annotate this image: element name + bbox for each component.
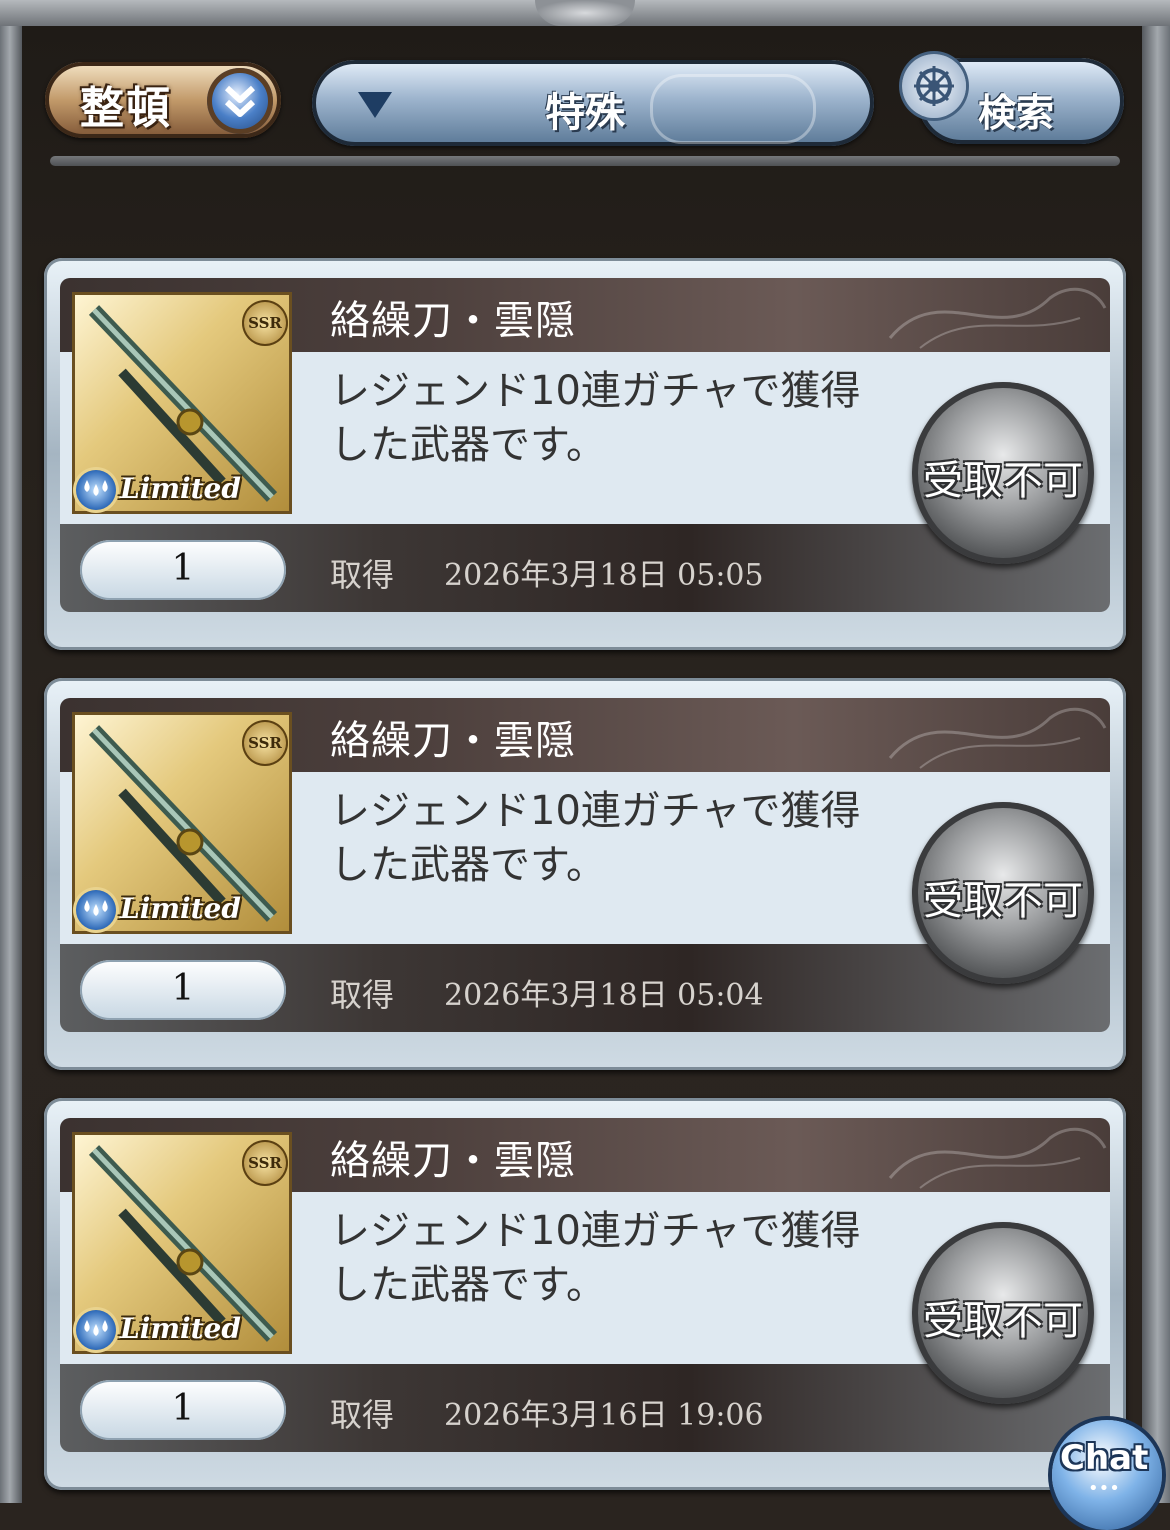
card-body: SSR Limited 絡繰刀・雲隠 レジェンド10連ガチャで獲得した武器です。… [60,698,1110,1032]
item-card: SSR Limited 絡繰刀・雲隠 レジェンド10連ガチャで獲得した武器です。… [44,258,1126,650]
weapon-icon[interactable]: SSR Limited [72,712,292,934]
acquired-label: 取得 [330,1396,395,1434]
dropdown-arrow-icon [358,92,392,118]
frame-border-right [1142,0,1170,1503]
receive-button-label: 受取不可 [923,458,1083,504]
toolbar-divider [50,156,1120,166]
decorative-swirl [888,1127,1107,1189]
water-element-icon [76,890,116,930]
quantity-value: 1 [171,548,195,589]
item-name: 絡繰刀・雲隠 [330,718,576,764]
weapon-icon[interactable]: SSR Limited [72,1132,292,1354]
rarity-badge: SSR [242,1140,288,1186]
water-element-icon [76,470,116,510]
decorative-swirl [888,287,1107,349]
rarity-badge: SSR [242,300,288,346]
quantity-pill: 1 [80,960,286,1020]
rarity-badge: SSR [242,720,288,766]
quantity-value: 1 [171,1388,195,1429]
acquired-date: 2026年3月18日 05:04 [444,978,764,1013]
frame-border-left [0,0,22,1503]
decorative-swirl [888,707,1107,769]
app-frame: 整頓 特殊 検索 SSR Limited 絡繰刀・雲隠 レジェンド10連ガチャで… [0,0,1170,1530]
item-card: SSR Limited 絡繰刀・雲隠 レジェンド10連ガチャで獲得した武器です。… [44,678,1126,1070]
search-label: 検索 [978,91,1055,135]
chat-label: Chat [1060,1438,1149,1478]
receive-button[interactable]: 受取不可 [912,1222,1094,1404]
card-body: SSR Limited 絡繰刀・雲隠 レジェンド10連ガチャで獲得した武器です。… [60,278,1110,612]
limited-tag: Limited [120,472,241,505]
sort-chevron-icon[interactable] [207,68,273,134]
limited-tag: Limited [120,892,241,925]
limited-tag: Limited [120,1312,241,1345]
quantity-pill: 1 [80,1380,286,1440]
item-name: 絡繰刀・雲隠 [330,298,576,344]
receive-button-label: 受取不可 [923,878,1083,924]
water-element-icon [76,1310,116,1350]
quantity-pill: 1 [80,540,286,600]
receive-button[interactable]: 受取不可 [912,802,1094,984]
frame-ornament [535,0,635,26]
acquired-date: 2026年3月16日 19:06 [444,1398,764,1433]
gear-search-icon [902,54,966,118]
acquired-label: 取得 [330,556,395,594]
item-description: レジェンド10連ガチャで獲得した武器です。 [330,1208,861,1308]
item-description: レジェンド10連ガチャで獲得した武器です。 [330,368,861,468]
receive-button[interactable]: 受取不可 [912,382,1094,564]
weapon-icon[interactable]: SSR Limited [72,292,292,514]
acquired-date: 2026年3月18日 05:05 [444,558,764,593]
acquired-label: 取得 [330,976,395,1014]
receive-button-label: 受取不可 [923,1298,1083,1344]
card-body: SSR Limited 絡繰刀・雲隠 レジェンド10連ガチャで獲得した武器です。… [60,1118,1110,1452]
item-name: 絡繰刀・雲隠 [330,1138,576,1184]
filter-decoration [650,74,816,144]
sort-label: 整頓 [80,83,172,134]
item-description: レジェンド10連ガチャで獲得した武器です。 [330,788,861,888]
quantity-value: 1 [171,968,195,1009]
filter-label: 特殊 [545,90,625,136]
chat-button[interactable]: Chat ••• [1052,1420,1162,1530]
chat-dots-icon: ••• [1088,1478,1120,1499]
item-card: SSR Limited 絡繰刀・雲隠 レジェンド10連ガチャで獲得した武器です。… [44,1098,1126,1490]
